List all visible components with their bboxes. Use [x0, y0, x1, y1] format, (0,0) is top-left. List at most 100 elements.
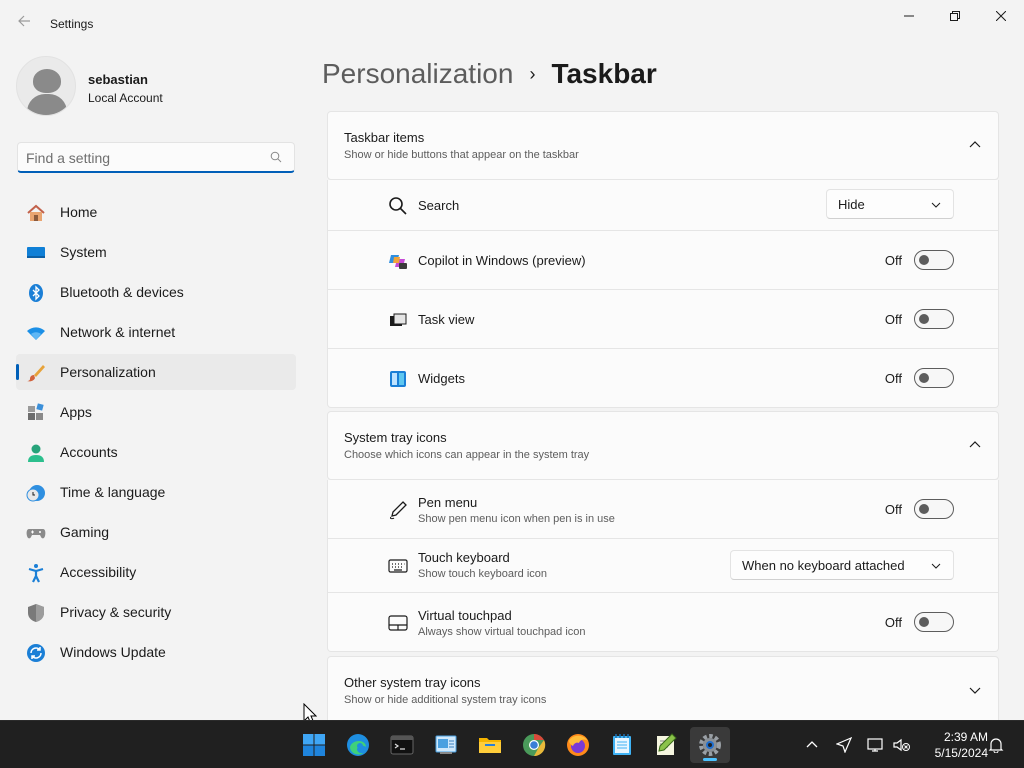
clock-date: 5/15/2024: [934, 746, 988, 760]
bluetooth-icon: [29, 284, 43, 302]
sidebar-item-label: Personalization: [60, 364, 156, 380]
chevron-down-icon: [931, 563, 941, 569]
notifications-button[interactable]: [986, 735, 1006, 755]
sidebar-item-label: Gaming: [60, 524, 110, 540]
task-view-toggle[interactable]: [914, 309, 954, 329]
sidebar-item-system[interactable]: System: [16, 234, 296, 270]
widgets-toggle[interactable]: [914, 368, 954, 388]
accessibility-icon: [28, 564, 44, 583]
search-box: [17, 142, 295, 173]
clock[interactable]: 2:39 AM 5/15/2024: [920, 729, 988, 761]
virtual-touchpad-toggle[interactable]: [914, 612, 954, 632]
restore-button[interactable]: [932, 0, 978, 32]
task-view-icon: [390, 313, 407, 326]
page-title: Taskbar: [551, 58, 657, 89]
touch-keyboard-dropdown[interactable]: When no keyboard attached: [730, 550, 954, 580]
taskbar-app-terminal[interactable]: [382, 727, 422, 763]
taskbar-app-notepad[interactable]: [602, 727, 642, 763]
row-label: Search: [418, 198, 460, 213]
search-mode-dropdown[interactable]: Hide: [826, 189, 954, 219]
section-title: System tray icons: [344, 430, 447, 445]
dropdown-value: Hide: [838, 196, 865, 212]
close-icon: [996, 11, 1006, 21]
chevron-up-icon: [969, 141, 981, 148]
close-button[interactable]: [978, 0, 1024, 32]
apps-icon: [28, 403, 44, 420]
back-button[interactable]: [12, 12, 36, 36]
sidebar-item-time-language[interactable]: Time & language: [16, 474, 296, 510]
sidebar-item-label: Accounts: [60, 444, 118, 460]
touchpad-icon: [388, 615, 408, 631]
settings-icon: [699, 734, 721, 756]
sidebar-item-personalization[interactable]: Personalization: [16, 354, 296, 390]
breadcrumb-parent[interactable]: Personalization: [322, 58, 513, 90]
row-pen-menu: Pen menu Show pen menu icon when pen is …: [327, 480, 999, 539]
tray-location[interactable]: [834, 735, 854, 755]
row-label: Touch keyboard: [418, 550, 510, 565]
row-copilot: Copilot in Windows (preview) Off: [327, 231, 999, 290]
sidebar-item-privacy[interactable]: Privacy & security: [16, 594, 296, 630]
search-icon[interactable]: [270, 151, 282, 163]
widgets-icon: [390, 371, 406, 387]
firefox-icon: [567, 734, 589, 756]
breadcrumb-separator: ›: [529, 63, 536, 84]
breadcrumb: Personalization › Taskbar: [322, 58, 657, 90]
taskbar-app-file-explorer[interactable]: [470, 727, 510, 763]
search-input[interactable]: [26, 148, 266, 168]
title-bar: Settings: [0, 0, 1024, 48]
toggle-state-label: Off: [884, 312, 902, 327]
taskbar-app-chrome[interactable]: [514, 727, 554, 763]
user-profile[interactable]: sebastian Local Account: [16, 56, 296, 120]
sidebar-item-bluetooth[interactable]: Bluetooth & devices: [16, 274, 296, 310]
start-button[interactable]: [294, 727, 334, 763]
gamepad-icon: [26, 529, 46, 539]
minimize-icon: [904, 15, 914, 17]
row-description: Always show virtual touchpad icon: [418, 626, 586, 638]
sidebar-item-windows-update[interactable]: Windows Update: [16, 634, 296, 670]
account-type: Local Account: [88, 91, 163, 105]
copilot-toggle[interactable]: [914, 250, 954, 270]
copilot-icon: [389, 255, 407, 269]
row-touch-keyboard: Touch keyboard Show touch keyboard icon …: [327, 539, 999, 593]
system-icon: [27, 247, 45, 258]
clock-time: 2:39 AM: [943, 730, 988, 744]
toggle-state-label: Off: [884, 253, 902, 268]
sidebar-item-network[interactable]: Network & internet: [16, 314, 296, 350]
section-title: Taskbar items: [344, 130, 425, 145]
show-hidden-icons-button[interactable]: [802, 735, 822, 755]
chevron-down-icon: [969, 687, 981, 694]
taskbar-app-edge[interactable]: [338, 727, 378, 763]
tray-network[interactable]: [866, 735, 886, 755]
sidebar-item-apps[interactable]: Apps: [16, 394, 296, 430]
minimize-button[interactable]: [886, 0, 932, 32]
bell-icon: [988, 738, 1004, 753]
sidebar-item-home[interactable]: Home: [16, 194, 296, 230]
section-other-tray-icons[interactable]: Other system tray icons Show or hide add…: [327, 656, 999, 726]
chevron-up-icon: [969, 441, 981, 448]
taskbar-app-notepadpp[interactable]: [646, 727, 686, 763]
taskbar-app-control-panel[interactable]: [426, 727, 466, 763]
row-label: Virtual touchpad: [418, 608, 512, 623]
chrome-icon: [523, 733, 546, 757]
toggle-state-label: Off: [884, 615, 902, 630]
sidebar-item-accessibility[interactable]: Accessibility: [16, 554, 296, 590]
file-explorer-icon: [479, 738, 501, 753]
sidebar-item-gaming[interactable]: Gaming: [16, 514, 296, 550]
toggle-state-label: Off: [884, 371, 902, 386]
sidebar-item-label: Windows Update: [60, 644, 166, 660]
tray-volume[interactable]: [892, 735, 912, 755]
shield-icon: [28, 604, 44, 622]
taskbar-app-firefox[interactable]: [558, 727, 598, 763]
clock-globe-icon: [26, 485, 45, 502]
pen-menu-toggle[interactable]: [914, 499, 954, 519]
taskbar: 2:39 AM 5/15/2024: [0, 720, 1024, 768]
sidebar-item-label: Apps: [60, 404, 92, 420]
row-description: Show pen menu icon when pen is in use: [418, 513, 615, 525]
section-system-tray-icons[interactable]: System tray icons Choose which icons can…: [327, 411, 999, 480]
taskbar-app-settings[interactable]: [690, 727, 730, 763]
pen-icon: [389, 501, 407, 520]
sidebar-item-accounts[interactable]: Accounts: [16, 434, 296, 470]
section-taskbar-items[interactable]: Taskbar items Show or hide buttons that …: [327, 111, 999, 180]
section-subtitle: Show or hide additional system tray icon…: [344, 694, 547, 706]
user-name: sebastian: [88, 72, 148, 87]
